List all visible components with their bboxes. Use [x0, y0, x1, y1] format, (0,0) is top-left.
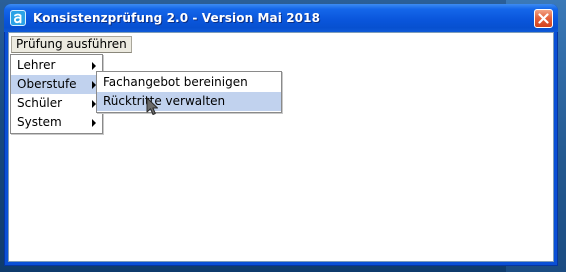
dropdown-menu: Lehrer Oberstufe Schüler System	[10, 54, 103, 134]
app-window: Konsistenzprüfung 2.0 - Version Mai 2018…	[4, 4, 558, 266]
title-bar[interactable]: Konsistenzprüfung 2.0 - Version Mai 2018	[4, 4, 558, 32]
menu-item-lehrer[interactable]: Lehrer	[11, 56, 102, 75]
menu-item-label: Lehrer	[17, 58, 56, 72]
menu-item-label: System	[17, 115, 62, 129]
menu-item-oberstufe[interactable]: Oberstufe	[11, 75, 102, 94]
menu-item-label: Oberstufe	[17, 77, 77, 91]
window-title: Konsistenzprüfung 2.0 - Version Mai 2018	[33, 11, 321, 25]
menu-item-label: Fachangebot bereinigen	[103, 75, 248, 89]
submenu-oberstufe: Fachangebot bereinigen Rücktritte verwal…	[96, 71, 282, 113]
close-button[interactable]	[534, 9, 553, 28]
menu-item-system[interactable]: System	[11, 113, 102, 132]
menu-pruefung-ausfuehren[interactable]: Prüfung ausführen	[11, 36, 132, 53]
menu-item-ruecktritte-verwalten[interactable]: Rücktritte verwalten	[97, 92, 281, 111]
menu-item-label: Schüler	[17, 96, 63, 110]
app-icon[interactable]	[10, 10, 26, 26]
mouse-pointer-icon	[146, 97, 158, 115]
menu-item-fachangebot-bereinigen[interactable]: Fachangebot bereinigen	[97, 73, 281, 92]
menu-item-label: Rücktritte verwalten	[103, 94, 226, 108]
submenu-arrow-icon	[92, 62, 96, 70]
menu-item-schueler[interactable]: Schüler	[11, 94, 102, 113]
menu-bar: Prüfung ausführen	[9, 33, 553, 55]
submenu-arrow-icon	[92, 119, 96, 127]
close-icon	[538, 13, 549, 24]
